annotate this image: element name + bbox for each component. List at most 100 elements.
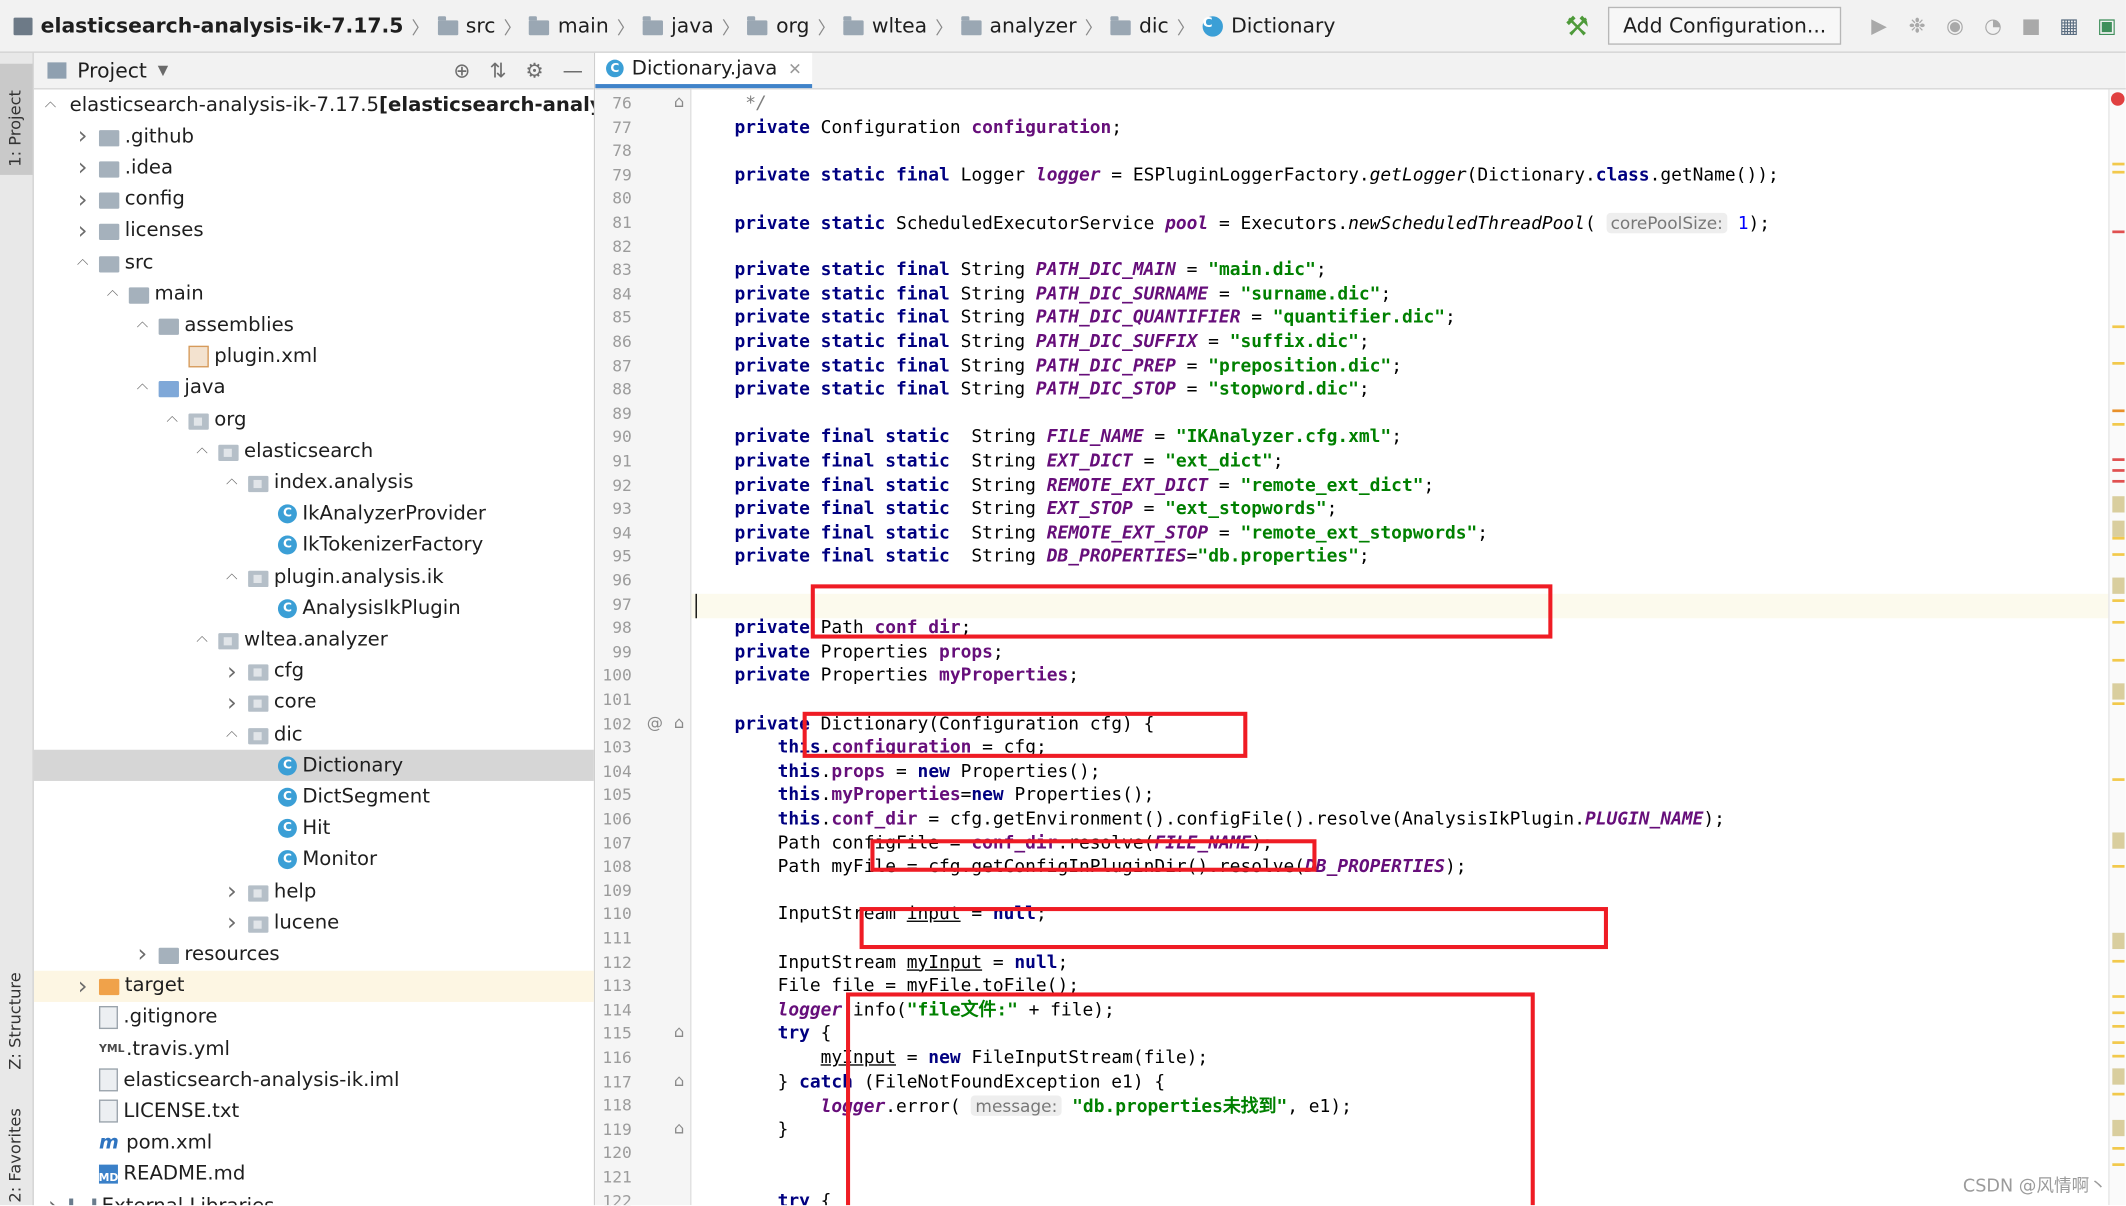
terminal-icon[interactable]: ▣ (2096, 14, 2118, 38)
locate-target-icon[interactable]: ⊕ (453, 58, 470, 82)
code-line[interactable]: private Properties props; (691, 641, 2109, 665)
line-number[interactable]: 90 (595, 428, 632, 447)
line-number[interactable]: 116 (595, 1048, 631, 1067)
code-line[interactable] (691, 402, 2109, 426)
line-number[interactable]: 104 (595, 762, 631, 781)
code-line[interactable]: private static final Logger logger = ESP… (691, 164, 2109, 188)
stripe-mark[interactable] (2112, 479, 2125, 483)
breadcrumb-item[interactable]: java 〉 (634, 0, 740, 52)
chevron-right-icon[interactable]: › (134, 940, 150, 968)
tree-item[interactable]: C IkTokenizerFactory (34, 530, 594, 561)
code-line[interactable]: this.myProperties=new Properties(); (691, 784, 2109, 808)
breadcrumb-item[interactable]: wltea 〉 (835, 0, 953, 52)
hide-panel-icon[interactable]: — (563, 58, 583, 82)
tree-item[interactable]: MD README.md (34, 1159, 594, 1190)
tree-item[interactable]: › core (34, 687, 594, 718)
tree-item[interactable]: › .github (34, 121, 594, 152)
tree-item[interactable]: › licenses (34, 215, 594, 246)
tree-item[interactable]: C IkAnalyzerProvider (34, 498, 594, 529)
chevron-right-icon[interactable]: › (224, 657, 240, 685)
chevron-down-icon[interactable]: ⌵ (104, 284, 120, 304)
tree-item[interactable]: C Hit (34, 813, 594, 844)
line-number[interactable]: 86 (595, 332, 632, 351)
chevron-right-icon[interactable]: › (224, 688, 240, 716)
tree-item[interactable]: C Dictionary (33, 750, 594, 782)
stripe-mark[interactable] (2112, 865, 2125, 868)
stripe-mark[interactable] (2112, 170, 2125, 174)
code-line[interactable]: private static final String PATH_DIC_SUF… (691, 331, 2109, 355)
code-line[interactable]: private Configuration configuration; (691, 116, 2109, 140)
line-number[interactable]: 114 (595, 1000, 631, 1019)
stripe-mark[interactable] (2112, 778, 2125, 781)
line-number[interactable]: 97 (595, 595, 632, 614)
code-line[interactable]: private final static String EXT_STOP = "… (691, 498, 2109, 522)
line-number[interactable]: 83 (595, 261, 632, 280)
breadcrumb-item[interactable]: C Dictionary (1194, 0, 1335, 52)
line-number-gutter[interactable]: 76 77 78 79 80 81 82 83 84 85 86 87 88 89 90 91 92 93 94 95… (595, 89, 692, 1206)
project-structure-icon[interactable]: ▦ (2058, 14, 2080, 38)
code-area[interactable]: try { } logger.error( message: "db.prope… (691, 89, 2110, 1206)
tree-item[interactable]: › .idea (34, 152, 594, 183)
chevron-down-icon[interactable]: ⌵ (164, 410, 180, 429)
code-line[interactable] (691, 235, 2109, 259)
debug-icon[interactable]: ❉ (1906, 14, 1928, 38)
gear-icon[interactable]: ⚙ (525, 58, 543, 82)
code-line[interactable]: this.conf_dir = cfg.getEnvironment().con… (691, 808, 2109, 832)
stripe-mark[interactable] (2112, 1163, 2125, 1166)
tree-item[interactable]: › lucene (34, 907, 594, 938)
line-number[interactable]: 76 (595, 94, 632, 113)
code-line[interactable] (691, 880, 2109, 904)
stripe-mark[interactable] (2112, 409, 2125, 413)
chevron-down-icon[interactable]: ⌵ (224, 567, 240, 587)
profile-icon[interactable]: ◔ (1982, 14, 2004, 38)
line-number[interactable]: 85 (595, 308, 632, 327)
tree-item[interactable]: plugin.xml (34, 341, 594, 372)
tree-item[interactable]: ⌵ org (34, 404, 594, 435)
fold-marker-icon[interactable]: ⌂ (674, 1023, 684, 1042)
stripe-mark[interactable] (2112, 1024, 2125, 1028)
code-line[interactable]: */ (691, 92, 2109, 116)
line-number[interactable]: 121 (595, 1167, 631, 1186)
line-number[interactable]: 112 (595, 953, 631, 972)
tree-item[interactable]: LICENSE.txt (34, 1096, 594, 1127)
stripe-mark[interactable] (2112, 496, 2125, 513)
stripe-mark[interactable] (2112, 1068, 2125, 1085)
project-view-selector[interactable]: Project (77, 58, 147, 82)
tree-item[interactable]: C AnalysisIkPlugin (34, 593, 594, 624)
chevron-right-icon[interactable]: › (75, 972, 91, 1000)
fold-marker-icon[interactable]: ⌂ (674, 1071, 684, 1090)
chevron-down-icon[interactable]: ⌵ (134, 316, 150, 335)
tree-item[interactable]: › cfg (34, 656, 594, 687)
breadcrumb-item[interactable]: analyzer 〉 (953, 0, 1102, 52)
line-number[interactable]: 117 (595, 1072, 631, 1091)
code-line[interactable]: private final static String REMOTE_EXT_D… (691, 474, 2109, 498)
tree-item[interactable]: C DictSegment (34, 781, 594, 812)
code-line[interactable]: private static final String PATH_DIC_STO… (691, 379, 2109, 403)
stripe-mark[interactable] (2112, 620, 2125, 624)
run-icon[interactable]: ▶ (1868, 14, 1890, 38)
line-number[interactable]: 120 (595, 1143, 631, 1162)
line-number[interactable]: 107 (595, 833, 631, 852)
line-number[interactable]: 92 (595, 475, 632, 494)
code-line[interactable]: private static final String PATH_DIC_QUA… (691, 307, 2109, 331)
stripe-mark[interactable] (2112, 702, 2125, 706)
tree-item[interactable]: ⌵ assemblies (34, 310, 594, 341)
chevron-down-icon[interactable]: ▼ (158, 63, 168, 78)
line-number[interactable]: 96 (595, 571, 632, 590)
line-number[interactable]: 88 (595, 380, 632, 399)
stripe-mark[interactable] (2112, 832, 2125, 849)
close-icon[interactable]: ✕ (788, 59, 802, 78)
line-number[interactable]: 80 (595, 189, 632, 208)
favorites-tool-tab[interactable]: 2: Favorites (0, 1108, 33, 1203)
breadcrumb-item[interactable]: main 〉 (521, 0, 634, 52)
chevron-right-icon[interactable]: › (45, 1192, 61, 1206)
stripe-mark[interactable] (2112, 536, 2125, 540)
chevron-right-icon[interactable]: › (75, 185, 91, 213)
breadcrumb-item[interactable]: org 〉 (740, 0, 835, 52)
tree-item[interactable]: ⌵ main (34, 278, 594, 309)
tree-item[interactable]: ⌵ java (34, 373, 594, 404)
code-line[interactable]: this.props = new Properties(); (691, 760, 2109, 784)
tree-item[interactable]: › help (34, 876, 594, 907)
add-configuration-button[interactable]: Add Configuration... (1608, 6, 1842, 45)
fold-marker-icon[interactable]: ⌂ (674, 1118, 684, 1137)
